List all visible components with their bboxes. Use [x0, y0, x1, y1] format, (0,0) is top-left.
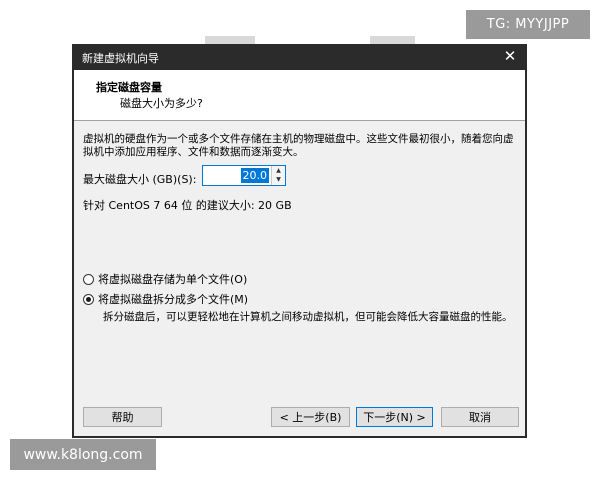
- step-subtitle: 磁盘大小为多少?: [120, 97, 203, 110]
- single-file-label[interactable]: 将虚拟磁盘存储为单个文件(O): [98, 271, 247, 287]
- close-icon[interactable]: ✕: [501, 47, 519, 65]
- title-bar: 新建虚拟机向导 ✕: [72, 44, 527, 70]
- help-button[interactable]: 帮助: [83, 407, 162, 427]
- spin-down-icon[interactable]: ▼: [272, 175, 285, 184]
- recommended-size-text: 针对 CentOS 7 64 位 的建议大小: 20 GB: [83, 199, 292, 212]
- max-disk-size-input[interactable]: 20.0 ▲ ▼: [202, 165, 286, 186]
- dialog-body: 指定磁盘容量 磁盘大小为多少? 虚拟机的硬盘作为一个或多个文件存储在主机的物理磁…: [74, 70, 525, 436]
- split-files-label[interactable]: 将虚拟磁盘拆分成多个文件(M): [98, 291, 248, 307]
- next-button[interactable]: 下一步(N) >: [356, 407, 433, 427]
- disk-description: 虚拟机的硬盘作为一个或多个文件存储在主机的物理磁盘中。这些文件最初很小，随着您向…: [83, 133, 514, 158]
- single-file-option[interactable]: 将虚拟磁盘存储为单个文件(O): [83, 271, 247, 287]
- split-files-note: 拆分磁盘后，可以更轻松地在计算机之间移动虚拟机，但可能会降低大容量磁盘的性能。: [103, 311, 513, 323]
- window-title: 新建虚拟机向导: [82, 52, 159, 65]
- spin-buttons: ▲ ▼: [271, 166, 285, 185]
- watermark-bottom-left: www.k8long.com: [10, 439, 156, 470]
- cancel-button[interactable]: 取消: [441, 407, 519, 427]
- background-strip: [205, 36, 255, 44]
- split-files-option[interactable]: 将虚拟磁盘拆分成多个文件(M): [83, 291, 248, 307]
- background-strip: [370, 36, 415, 44]
- max-disk-size-label: 最大磁盘大小 (GB)(S):: [83, 173, 197, 186]
- watermark-top-right: TG: MYYJJPP: [466, 10, 590, 39]
- radio-single-file[interactable]: [83, 273, 94, 285]
- back-button[interactable]: < 上一步(B): [271, 407, 350, 427]
- step-title: 指定磁盘容量: [96, 81, 162, 94]
- max-disk-size-value[interactable]: 20.0: [240, 168, 269, 183]
- new-vm-wizard-dialog: 新建虚拟机向导 ✕ 指定磁盘容量 磁盘大小为多少? 虚拟机的硬盘作为一个或多个文…: [72, 44, 527, 438]
- radio-split-files[interactable]: [83, 293, 94, 305]
- wizard-header: 指定磁盘容量 磁盘大小为多少?: [74, 70, 525, 121]
